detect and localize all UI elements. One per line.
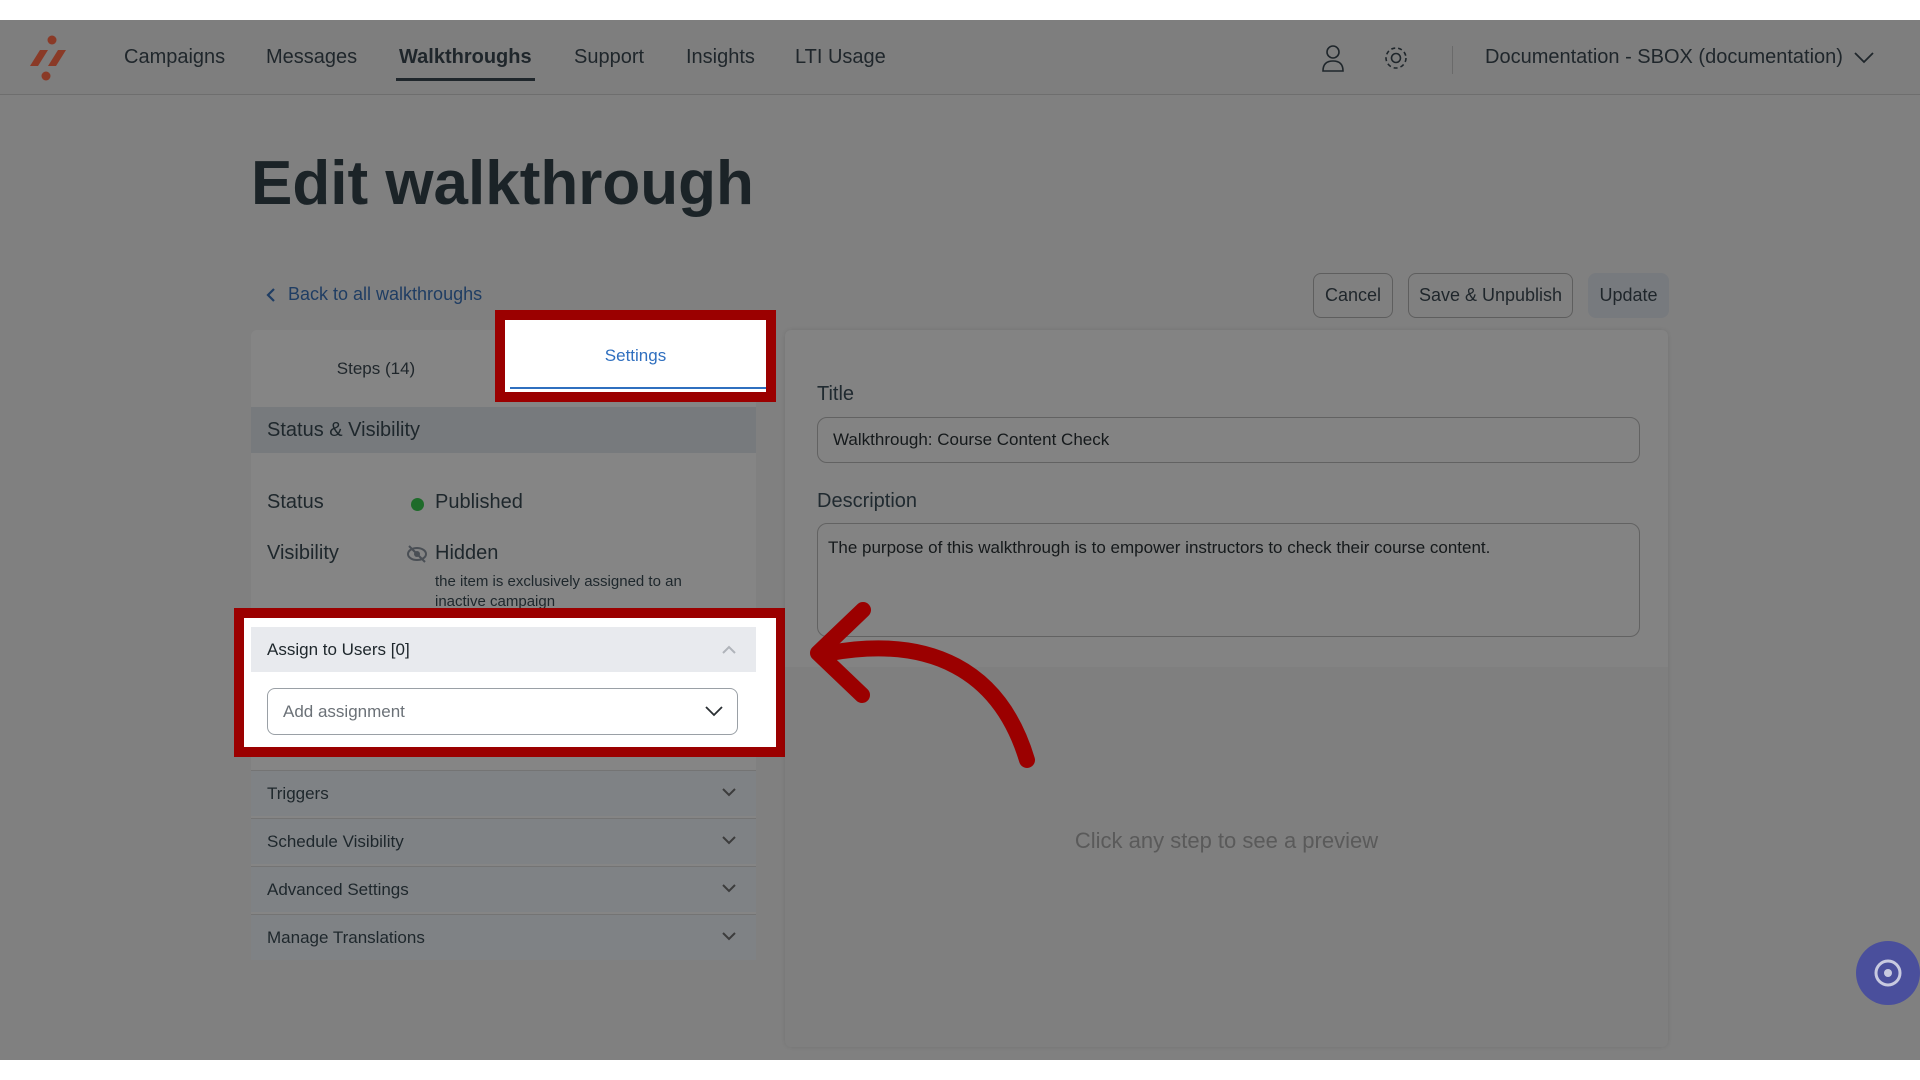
chat-button[interactable] <box>1856 941 1920 1005</box>
annotation-arrow <box>810 602 1035 768</box>
chat-icon <box>1874 959 1902 987</box>
page: Campaigns Messages Walkthroughs Support … <box>0 20 1920 1060</box>
